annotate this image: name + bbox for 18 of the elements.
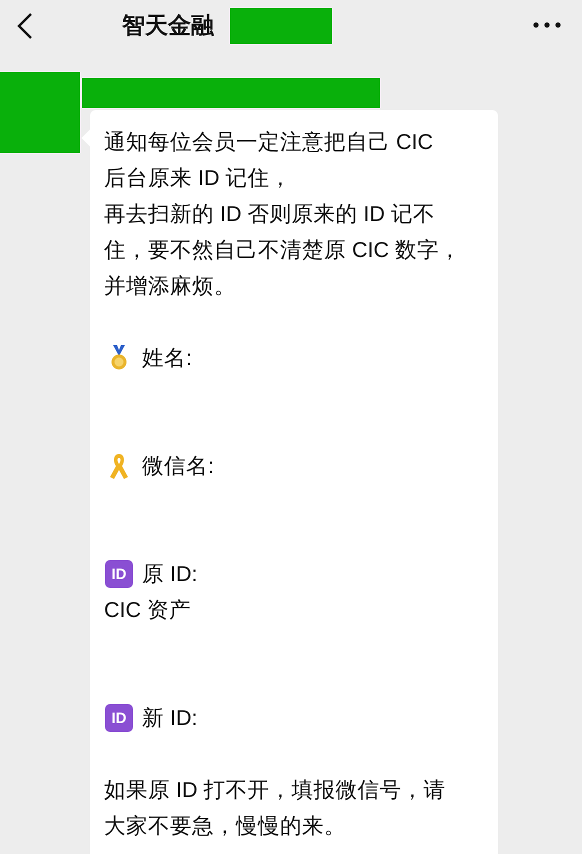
back-icon[interactable]	[16, 12, 34, 40]
field-label: 原 ID:	[142, 561, 198, 588]
ribbon-icon	[107, 452, 131, 480]
message-text: 再去扫新的 ID 否则原来的 ID 记不	[104, 201, 435, 228]
field-label: 新 ID:	[142, 705, 198, 732]
id-icon: ID	[105, 704, 133, 732]
message-text: 后台原来 ID 记住，	[104, 165, 292, 192]
message-text: 并增添麻烦。	[104, 273, 236, 300]
message-text: 通知每位会员一定注意把自己 CIC	[104, 129, 433, 156]
field-value: CIC 资产	[104, 597, 191, 624]
message-text: 住，要不然自己不清楚原 CIC 数字，	[104, 237, 461, 264]
chat-title: 智天金融	[122, 11, 214, 40]
more-icon[interactable]	[533, 22, 561, 28]
message-text: 大家不要急，慢慢的来。	[104, 813, 346, 840]
field-label: 姓名:	[142, 345, 192, 372]
message-text: 如果原 ID 打不开，填报微信号，请	[104, 777, 446, 804]
field-label: 微信名:	[142, 453, 214, 480]
id-icon: ID	[105, 560, 133, 588]
